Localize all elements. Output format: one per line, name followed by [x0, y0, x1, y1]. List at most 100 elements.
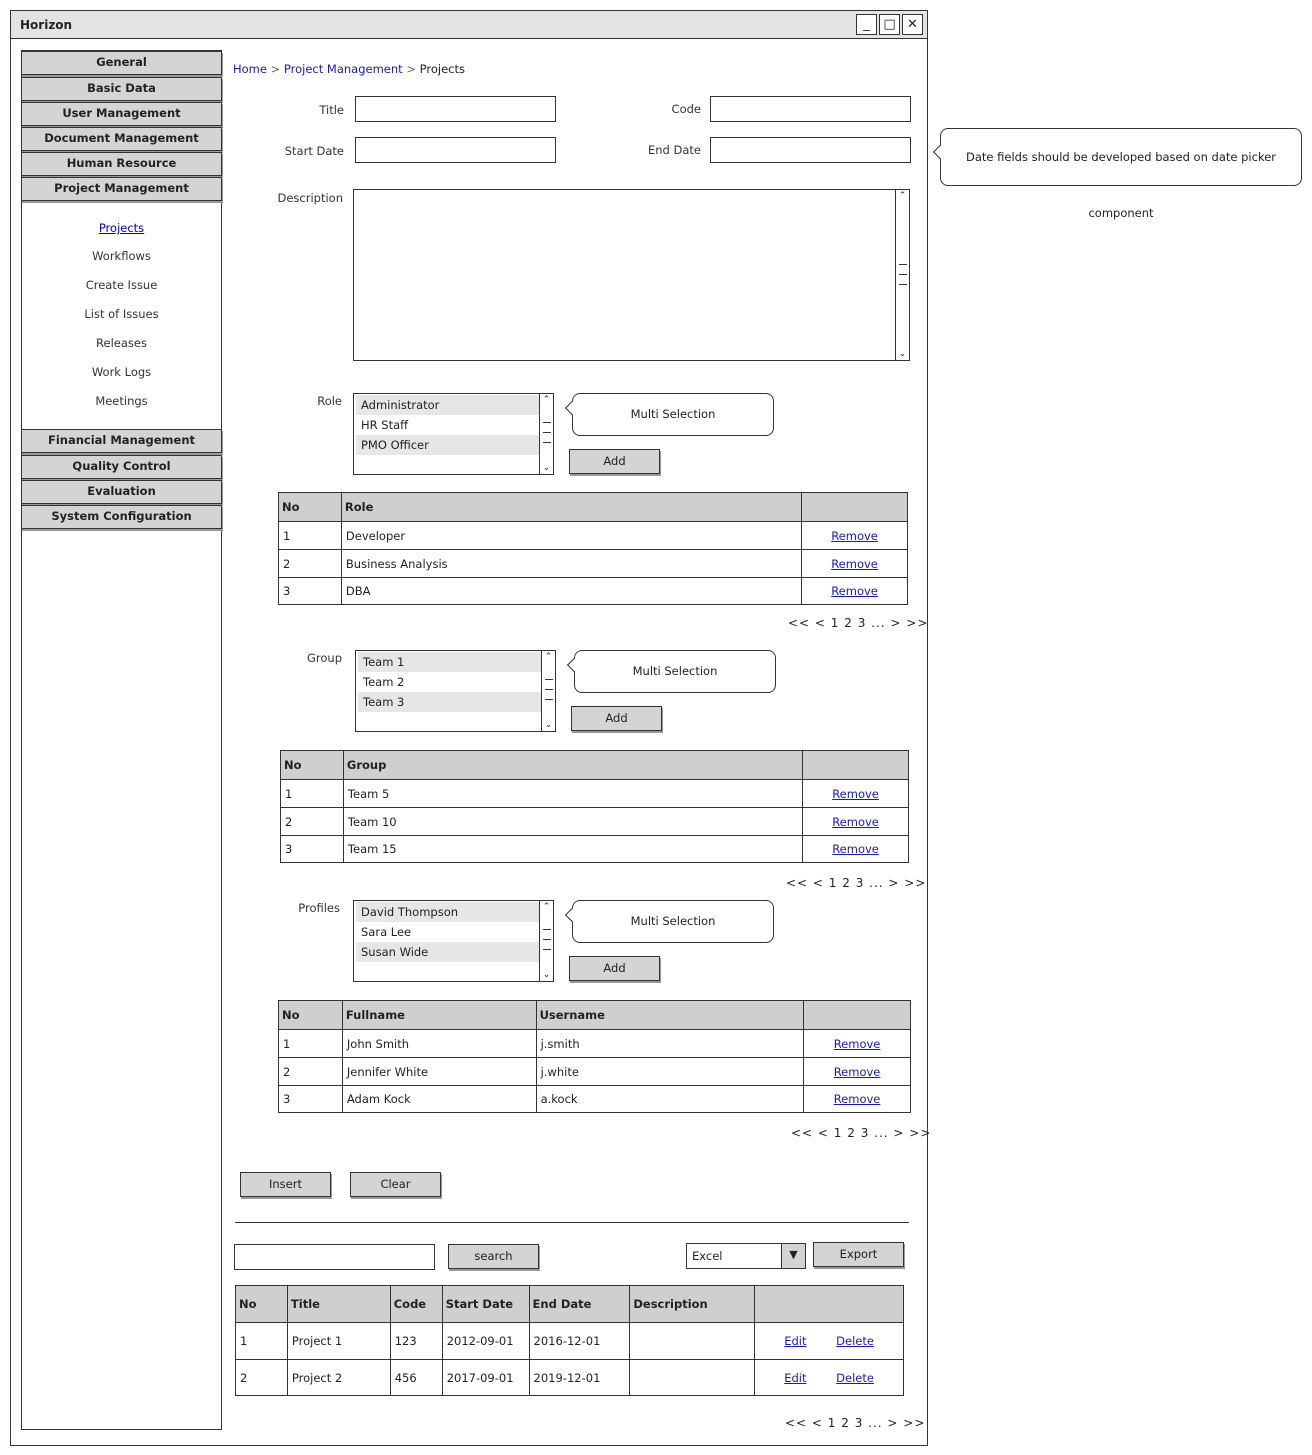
- table-row: 1 John Smith j.smith Remove: [278, 1029, 911, 1058]
- sidebar-item-create-issue[interactable]: Create Issue: [21, 278, 222, 292]
- remove-link[interactable]: Remove: [834, 1037, 881, 1051]
- title-input[interactable]: [355, 96, 556, 122]
- breadcrumb-project-management[interactable]: Project Management: [284, 62, 403, 76]
- projects-pagination[interactable]: << < 1 2 3 ... > >>: [785, 1416, 925, 1430]
- search-input[interactable]: [234, 1244, 435, 1270]
- close-icon: ✕: [907, 17, 918, 32]
- export-format-select[interactable]: Excel ▼: [686, 1243, 806, 1269]
- profiles-listbox[interactable]: David Thompson Sara Lee Susan Wide ⌃ ⌄: [353, 900, 554, 982]
- group-callout-text: Multi Selection: [632, 664, 718, 678]
- menu-user-management[interactable]: User Management: [21, 102, 222, 126]
- scroll-grip: [899, 274, 907, 275]
- row-start-date: 2012-09-01: [441, 1322, 530, 1360]
- insert-button[interactable]: Insert: [240, 1172, 331, 1197]
- profile-option[interactable]: David Thompson: [356, 902, 539, 922]
- menu-system-configuration[interactable]: System Configuration: [21, 505, 222, 529]
- sidebar-item-projects[interactable]: Projects: [21, 221, 222, 235]
- search-button[interactable]: search: [448, 1244, 539, 1269]
- edit-link[interactable]: Edit: [784, 1371, 806, 1385]
- dropdown-arrow-icon[interactable]: ▼: [781, 1244, 805, 1268]
- sidebar-item-meetings[interactable]: Meetings: [21, 394, 222, 408]
- role-pagination[interactable]: << < 1 2 3 ... > >>: [788, 616, 928, 630]
- date-note-callout: Date fields should be developed based on…: [932, 128, 1302, 220]
- menu-general[interactable]: General: [21, 51, 222, 75]
- scroll-grip: [543, 442, 551, 443]
- role-option[interactable]: HR Staff: [356, 415, 539, 435]
- remove-link[interactable]: Remove: [834, 1065, 881, 1079]
- end-date-input[interactable]: [710, 137, 911, 163]
- code-input[interactable]: [710, 96, 911, 122]
- remove-link[interactable]: Remove: [831, 529, 878, 543]
- description-scrollbar[interactable]: ⌃ ⌄: [895, 190, 909, 360]
- edit-link[interactable]: Edit: [784, 1334, 806, 1348]
- breadcrumb-home[interactable]: Home: [233, 62, 267, 76]
- sidebar-item-releases[interactable]: Releases: [21, 336, 222, 350]
- group-option[interactable]: Team 2: [358, 672, 541, 692]
- column-header: Start Date: [441, 1285, 530, 1323]
- remove-link[interactable]: Remove: [831, 584, 878, 598]
- profiles-scrollbar[interactable]: ⌃ ⌄: [539, 901, 553, 981]
- scroll-down-icon[interactable]: ⌄: [896, 349, 909, 359]
- menu-evaluation[interactable]: Evaluation: [21, 480, 222, 504]
- export-button[interactable]: Export: [813, 1242, 904, 1267]
- remove-link[interactable]: Remove: [831, 557, 878, 571]
- role-scrollbar[interactable]: ⌃ ⌄: [539, 394, 553, 474]
- menu-human-resource[interactable]: Human Resource: [21, 152, 222, 176]
- menu-basic-data[interactable]: Basic Data: [21, 77, 222, 101]
- sidebar-item-workflows[interactable]: Workflows: [21, 249, 222, 263]
- column-header: Title: [286, 1285, 391, 1323]
- group-option[interactable]: Team 3: [358, 692, 541, 712]
- group-add-button[interactable]: Add: [571, 706, 662, 731]
- sidebar-item-work-logs[interactable]: Work Logs: [21, 365, 222, 379]
- scroll-down-icon[interactable]: ⌄: [540, 463, 553, 473]
- profiles-pagination[interactable]: << < 1 2 3 ... > >>: [791, 1126, 931, 1140]
- menu-quality-control[interactable]: Quality Control: [21, 455, 222, 479]
- group-listbox[interactable]: Team 1 Team 2 Team 3 ⌃ ⌄: [355, 650, 556, 732]
- scroll-down-icon[interactable]: ⌄: [540, 970, 553, 980]
- scroll-up-icon[interactable]: ⌃: [540, 395, 553, 405]
- minimize-button[interactable]: _: [856, 14, 877, 35]
- sidebar-item-list-of-issues[interactable]: List of Issues: [21, 307, 222, 321]
- table-row: 3 Adam Kock a.kock Remove: [278, 1085, 911, 1113]
- column-header: Fullname: [341, 1000, 537, 1030]
- menu-financial-management[interactable]: Financial Management: [21, 429, 222, 453]
- end-date-label: End Date: [648, 143, 701, 157]
- row-group: Team 10: [342, 807, 804, 836]
- remove-link[interactable]: Remove: [832, 815, 879, 829]
- scroll-up-icon[interactable]: ⌃: [540, 902, 553, 912]
- close-button[interactable]: ✕: [902, 14, 923, 35]
- scroll-up-icon[interactable]: ⌃: [542, 652, 555, 662]
- delete-link[interactable]: Delete: [836, 1371, 874, 1385]
- delete-link[interactable]: Delete: [836, 1334, 874, 1348]
- description-textarea[interactable]: ⌃ ⌄: [353, 189, 910, 361]
- menu-project-management[interactable]: Project Management: [21, 177, 222, 201]
- start-date-input[interactable]: [355, 137, 556, 163]
- table-row: 3 Team 15 Remove: [280, 835, 909, 863]
- role-add-button[interactable]: Add: [569, 449, 660, 474]
- group-option[interactable]: Team 1: [358, 652, 541, 672]
- group-pagination[interactable]: << < 1 2 3 ... > >>: [786, 876, 926, 890]
- role-option[interactable]: Administrator: [356, 395, 539, 415]
- remove-link[interactable]: Remove: [832, 787, 879, 801]
- group-table: No Group 1 Team 5 Remove 2 Team 10 Remov…: [280, 750, 909, 863]
- column-header: No: [278, 492, 342, 522]
- scroll-grip: [545, 689, 553, 690]
- remove-link[interactable]: Remove: [834, 1092, 881, 1106]
- role-listbox[interactable]: Administrator HR Staff PMO Officer ⌃ ⌄: [353, 393, 554, 475]
- profiles-add-button[interactable]: Add: [569, 956, 660, 981]
- row-start-date: 2017-09-01: [441, 1359, 530, 1396]
- group-scrollbar[interactable]: ⌃ ⌄: [541, 651, 555, 731]
- column-header: [801, 492, 908, 522]
- profile-option[interactable]: Sara Lee: [356, 922, 539, 942]
- scroll-down-icon[interactable]: ⌄: [542, 720, 555, 730]
- row-description: [629, 1359, 756, 1396]
- remove-link[interactable]: Remove: [832, 842, 879, 856]
- role-option[interactable]: PMO Officer: [356, 435, 539, 455]
- clear-button[interactable]: Clear: [350, 1172, 441, 1197]
- menu-document-management[interactable]: Document Management: [21, 127, 222, 151]
- profile-option[interactable]: Susan Wide: [356, 942, 539, 962]
- profiles-callout-text: Multi Selection: [630, 914, 716, 928]
- row-no: 3: [280, 835, 344, 863]
- scroll-up-icon[interactable]: ⌃: [896, 191, 909, 201]
- maximize-button[interactable]: □: [879, 14, 900, 35]
